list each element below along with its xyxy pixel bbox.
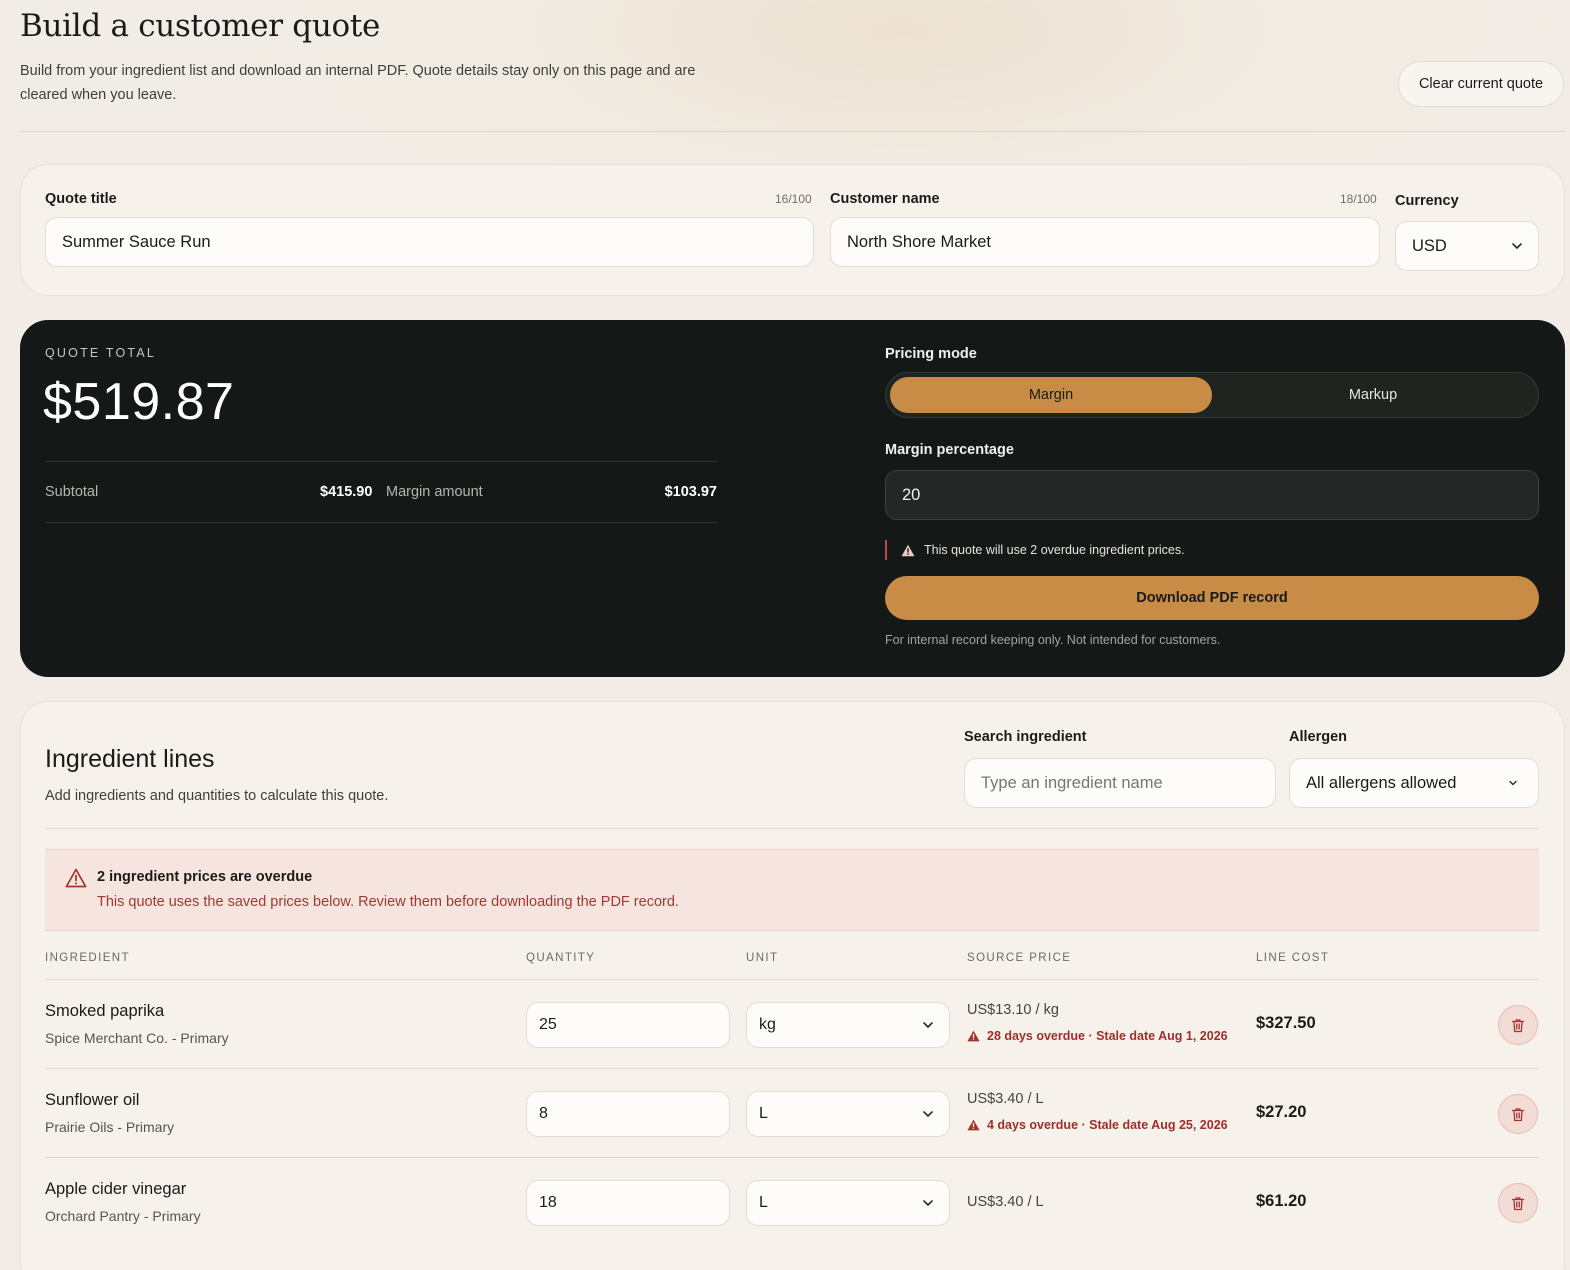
delete-line-button[interactable] [1498, 1094, 1538, 1134]
overdue-warning-text: This quote will use 2 overdue ingredient… [924, 543, 1185, 557]
ingredient-source: Orchard Pantry - Primary [45, 1208, 201, 1224]
overdue-text: 28 days overdue · Stale date Aug 1, 2026 [987, 1029, 1228, 1043]
ingredient-name: Smoked paprika [45, 1002, 165, 1020]
chevron-down-icon [1509, 780, 1517, 786]
ingredient-lines-title: Ingredient lines [45, 745, 215, 773]
unit-value: L [759, 1105, 768, 1122]
column-header-unit: UNIT [746, 952, 779, 964]
allergen-select[interactable]: All allergens allowed [1289, 758, 1539, 808]
search-ingredient-input[interactable] [964, 758, 1276, 808]
pricing-mode-margin[interactable]: Margin [890, 377, 1212, 413]
trash-icon [1511, 1018, 1525, 1032]
column-header-line-cost: LINE COST [1256, 952, 1330, 964]
unit-select[interactable]: kg [746, 1002, 950, 1048]
customer-name-input[interactable]: North Shore Market [830, 217, 1380, 267]
delete-line-button[interactable] [1498, 1183, 1538, 1223]
table-row: Sunflower oil Prairie Oils - Primary 8 L… [45, 1069, 1539, 1158]
warning-icon [967, 1119, 980, 1131]
alert-title: 2 ingredient prices are overdue [97, 869, 313, 885]
quantity-input[interactable]: 8 [526, 1091, 730, 1137]
trash-icon [1511, 1107, 1525, 1121]
ingredient-name: Apple cider vinegar [45, 1180, 187, 1198]
customer-name-label: Customer name [830, 191, 940, 207]
alert-text: This quote uses the saved prices below. … [97, 894, 679, 910]
chevron-down-icon [1512, 243, 1522, 249]
table-row: Apple cider vinegar Orchard Pantry - Pri… [45, 1158, 1539, 1247]
line-cost: $61.20 [1256, 1192, 1307, 1210]
margin-percentage-input[interactable]: 20 [885, 470, 1539, 520]
allergen-label: Allergen [1289, 729, 1348, 745]
quantity-input[interactable]: 25 [526, 1002, 730, 1048]
summary-row: Subtotal $415.90 Margin amount $103.97 [45, 461, 717, 523]
ingredient-source: Prairie Oils - Primary [45, 1119, 175, 1135]
pricing-mode-toggle: Margin Markup [885, 372, 1539, 418]
ingredient-lines-subtitle: Add ingredients and quantities to calcul… [45, 788, 389, 804]
delete-line-button[interactable] [1498, 1005, 1538, 1045]
trash-icon [1511, 1196, 1525, 1210]
overdue-alert: 2 ingredient prices are overdue This quo… [45, 849, 1539, 931]
overdue-status: 28 days overdue · Stale date Aug 1, 2026 [967, 1029, 1228, 1043]
column-header-source-price: SOURCE PRICE [967, 952, 1072, 964]
line-cost: $27.20 [1256, 1103, 1307, 1121]
subtotal-value: $415.90 [320, 484, 373, 500]
unit-select[interactable]: L [746, 1180, 950, 1226]
quote-total-panel: QUOTE TOTAL $519.87 Subtotal $415.90 Mar… [20, 320, 1565, 677]
chevron-down-icon [923, 1022, 933, 1028]
quote-title-input[interactable]: Summer Sauce Run [45, 217, 814, 267]
chevron-down-icon [923, 1111, 933, 1117]
margin-amount-label: Margin amount [386, 484, 483, 500]
subtotal-label: Subtotal [45, 484, 99, 500]
quantity-input[interactable]: 18 [526, 1180, 730, 1226]
customer-name-count: 18/100 [1340, 192, 1377, 206]
pricing-mode-markup[interactable]: Markup [1212, 377, 1534, 413]
warning-icon [967, 1030, 980, 1042]
pricing-mode-label: Pricing mode [885, 346, 977, 362]
currency-value: USD [1412, 236, 1447, 255]
allergen-value: All allergens allowed [1306, 773, 1457, 792]
warning-icon [65, 868, 87, 888]
source-price: US$3.40 / L [967, 1091, 1044, 1107]
chevron-down-icon [923, 1200, 933, 1206]
overdue-warning: This quote will use 2 overdue ingredient… [885, 540, 1185, 560]
column-header-ingredient: INGREDIENT [45, 952, 130, 964]
line-cost: $327.50 [1256, 1014, 1316, 1032]
ingredient-source: Spice Merchant Co. - Primary [45, 1030, 229, 1046]
page-description: Build from your ingredient list and down… [20, 63, 696, 103]
currency-label: Currency [1395, 193, 1459, 209]
page-header: Build a customer quote Build from your i… [20, 0, 1565, 132]
page-title: Build a customer quote [20, 8, 381, 44]
quote-details-card: Quote title 16/100 Summer Sauce Run Cust… [20, 164, 1565, 296]
clear-quote-button[interactable]: Clear current quote [1398, 61, 1564, 107]
search-ingredient-label: Search ingredient [964, 729, 1087, 745]
table-row: Smoked paprika Spice Merchant Co. - Prim… [45, 980, 1539, 1069]
download-pdf-button[interactable]: Download PDF record [885, 576, 1539, 620]
quote-total-label: QUOTE TOTAL [45, 346, 157, 360]
column-header-quantity: QUANTITY [526, 952, 596, 964]
quote-total-amount: $519.87 [43, 373, 235, 431]
overdue-status: 4 days overdue · Stale date Aug 25, 2026 [967, 1118, 1228, 1132]
ingredient-name: Sunflower oil [45, 1091, 140, 1109]
unit-select[interactable]: L [746, 1091, 950, 1137]
margin-amount-value: $103.97 [664, 484, 717, 500]
quote-title-count: 16/100 [775, 192, 812, 206]
unit-value: kg [759, 1016, 776, 1033]
download-note: For internal record keeping only. Not in… [885, 633, 1221, 647]
margin-percentage-label: Margin percentage [885, 442, 1014, 458]
quote-title-label: Quote title [45, 191, 117, 207]
overdue-text: 4 days overdue · Stale date Aug 25, 2026 [987, 1118, 1228, 1132]
section-divider [45, 828, 1539, 829]
source-price: US$3.40 / L [967, 1194, 1044, 1210]
source-price: US$13.10 / kg [967, 1002, 1059, 1018]
ingredient-lines-card: Ingredient lines Add ingredients and qua… [20, 701, 1565, 1270]
unit-value: L [759, 1194, 768, 1211]
currency-select[interactable]: USD [1395, 221, 1539, 271]
warning-icon [901, 544, 915, 556]
